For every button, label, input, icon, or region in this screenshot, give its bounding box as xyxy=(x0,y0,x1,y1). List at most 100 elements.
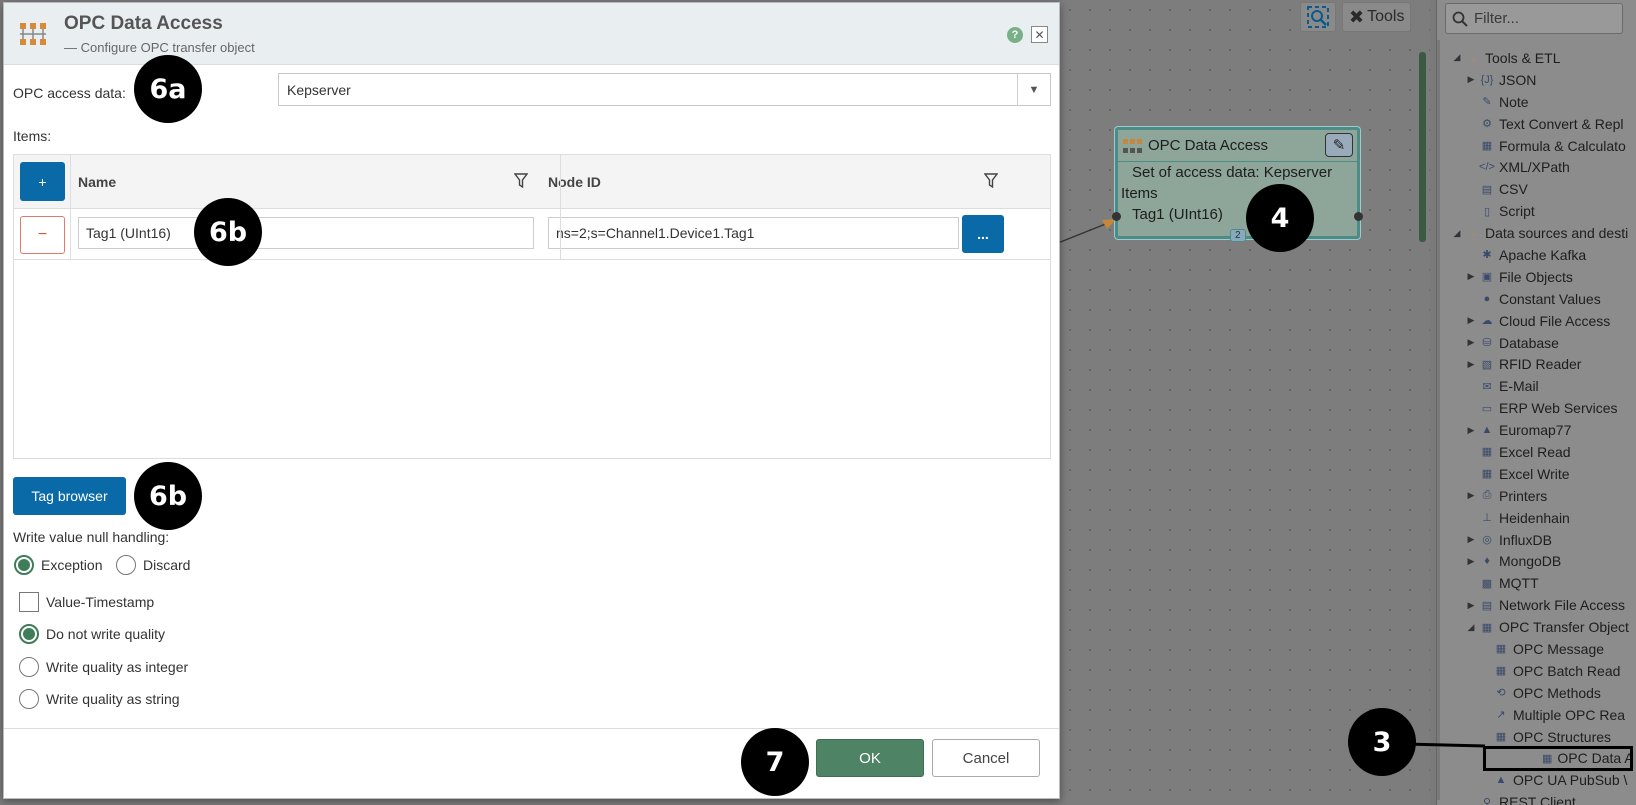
palette-item-formula-calculato[interactable]: ▦ Formula & Calculato xyxy=(1437,135,1636,157)
palette-item-mqtt[interactable]: ▩ MQTT xyxy=(1437,572,1636,594)
expand-arrow-icon[interactable]: ▶ xyxy=(1465,315,1477,326)
palette-item-data-sources-and-desti[interactable]: ◢ → Data sources and desti xyxy=(1437,222,1636,244)
radio-button[interactable] xyxy=(116,555,136,575)
palette-item-xml-xpath[interactable]: </> XML/XPath xyxy=(1437,156,1636,178)
node-title: OPC Data Access xyxy=(1148,137,1269,154)
radio-quality-string[interactable]: Write quality as string xyxy=(19,689,180,709)
node-edit-button[interactable]: ✎ xyxy=(1325,133,1353,157)
palette-item-excel-read[interactable]: ▦ Excel Read xyxy=(1437,441,1636,463)
palette-item-influxdb[interactable]: ▶ ◎ InfluxDB xyxy=(1437,529,1636,551)
null-handling-label: Write value null handling: xyxy=(13,529,170,545)
palette-item-heidenhain[interactable]: ⊥ Heidenhain xyxy=(1437,507,1636,529)
palette-item-network-file-access[interactable]: ▶ ▤ Network File Access xyxy=(1437,594,1636,616)
palette-item-file-objects[interactable]: ▶ ▣ File Objects xyxy=(1437,266,1636,288)
radio-discard-label: Discard xyxy=(143,557,191,573)
collapse-arrow-icon[interactable]: ◢ xyxy=(1451,52,1463,63)
zoom-search-icon xyxy=(1307,6,1329,28)
palette-item-text-convert-repl[interactable]: ⚙ Text Convert & Repl xyxy=(1437,113,1636,135)
palette-item-e-mail[interactable]: ✉ E-Mail xyxy=(1437,375,1636,397)
radio-button[interactable] xyxy=(19,689,39,709)
checkbox-value-timestamp[interactable]: Value-Timestamp xyxy=(19,592,154,612)
radio-button-selected[interactable] xyxy=(19,624,39,644)
item-name-input[interactable]: Tag1 (UInt16) xyxy=(78,217,534,249)
palette-item-label: JSON xyxy=(1499,71,1537,88)
palette-item-cloud-file-access[interactable]: ▶ ☁ Cloud File Access xyxy=(1437,310,1636,332)
filter-icon[interactable] xyxy=(984,173,998,189)
node-output-port[interactable] xyxy=(1354,212,1363,221)
tag-browser-button[interactable]: Tag browser xyxy=(13,477,126,515)
palette-item-erp-web-services[interactable]: ▭ ERP Web Services xyxy=(1437,397,1636,419)
chevron-down-icon[interactable]: ▼ xyxy=(1017,74,1050,105)
access-data-select[interactable]: Kepserver ▼ xyxy=(278,73,1051,106)
palette-item-opc-data-access[interactable]: ▦ OPC Data Access xyxy=(1483,745,1633,772)
palette-item-script[interactable]: ▯ Script xyxy=(1437,200,1636,222)
remove-item-button[interactable]: − xyxy=(20,216,65,254)
palette-item-icon: ⛁ xyxy=(1482,337,1492,350)
radio-discard[interactable]: Discard xyxy=(116,555,190,575)
palette-item-opc-ua-pubsub[interactable]: ▲ OPC UA PubSub \ xyxy=(1437,769,1636,791)
radio-quality-integer[interactable]: Write quality as integer xyxy=(19,657,188,677)
palette-item-opc-methods[interactable]: ⟲ OPC Methods xyxy=(1437,682,1636,704)
expand-arrow-icon[interactable]: ▶ xyxy=(1465,534,1477,545)
palette-item-note[interactable]: ✎ Note xyxy=(1437,91,1636,113)
palette-item-tools-etl[interactable]: ◢ → Tools & ETL xyxy=(1437,47,1636,69)
items-grid: + Name Node ID − Tag1 (UInt16) ns=2;s=Ch… xyxy=(13,154,1051,459)
connection-arrow xyxy=(1058,219,1116,244)
expand-arrow-icon[interactable]: ▶ xyxy=(1465,74,1477,85)
palette-item-rfid-reader[interactable]: ▶ ▧ RFID Reader xyxy=(1437,353,1636,375)
palette-item-opc-transfer-object[interactable]: ◢ ▦ OPC Transfer Object xyxy=(1437,616,1636,638)
palette-item-multiple-opc-rea[interactable]: ↗ Multiple OPC Rea xyxy=(1437,704,1636,726)
palette-item-label: Text Convert & Repl xyxy=(1499,115,1624,132)
checkbox[interactable] xyxy=(19,592,39,612)
expand-arrow-icon[interactable]: ▶ xyxy=(1465,337,1477,348)
palette-item-database[interactable]: ▶ ⛁ Database xyxy=(1437,332,1636,354)
palette-item-apache-kafka[interactable]: ✱ Apache Kafka xyxy=(1437,244,1636,266)
collapse-arrow-icon[interactable]: ◢ xyxy=(1451,228,1463,239)
radio-no-quality[interactable]: Do not write quality xyxy=(19,624,165,644)
opc-data-access-node[interactable]: OPC Data Access ✎ Set of access data: Ke… xyxy=(1112,127,1363,242)
palette-item-csv[interactable]: ▤ CSV xyxy=(1437,178,1636,200)
expand-arrow-icon[interactable]: ▶ xyxy=(1465,425,1477,436)
help-icon[interactable]: ? xyxy=(1007,27,1023,43)
expand-arrow-icon[interactable]: ▶ xyxy=(1465,271,1477,282)
column-header-node-id[interactable]: Node ID xyxy=(548,174,601,190)
palette-item-opc-message[interactable]: ▦ OPC Message xyxy=(1437,638,1636,660)
palette-item-label: Constant Values xyxy=(1499,290,1601,307)
palette-item-json[interactable]: ▶ {J} JSON xyxy=(1437,69,1636,91)
canvas-scrollbar[interactable] xyxy=(1419,52,1426,242)
browse-node-button[interactable]: ... xyxy=(962,215,1004,253)
palette-item-label: ERP Web Services xyxy=(1499,400,1618,417)
palette-item-euromap77[interactable]: ▶ ▲ Euromap77 xyxy=(1437,419,1636,441)
palette-item-constant-values[interactable]: ● Constant Values xyxy=(1437,288,1636,310)
palette-item-excel-write[interactable]: ▦ Excel Write xyxy=(1437,463,1636,485)
close-icon[interactable]: ✕ xyxy=(1031,26,1048,43)
palette-item-rest-client[interactable]: ⚲ REST Client xyxy=(1437,791,1636,805)
expand-arrow-icon[interactable]: ▶ xyxy=(1465,556,1477,567)
tools-button[interactable]: ✖ Tools xyxy=(1342,2,1412,32)
radio-exception[interactable]: Exception xyxy=(14,555,102,575)
expand-arrow-icon[interactable]: ▶ xyxy=(1465,600,1477,611)
collapse-arrow-icon[interactable]: ◢ xyxy=(1465,622,1477,633)
add-item-button[interactable]: + xyxy=(20,162,65,201)
palette-item-mongodb[interactable]: ▶ ♦ MongoDB xyxy=(1437,550,1636,572)
zoom-fit-button[interactable] xyxy=(1300,2,1336,32)
palette-item-label: RFID Reader xyxy=(1499,356,1582,373)
node-input-port[interactable] xyxy=(1112,212,1121,221)
palette-item-printers[interactable]: ▶ ⎙ Printers xyxy=(1437,485,1636,507)
expand-arrow-icon[interactable]: ▶ xyxy=(1465,359,1477,370)
radio-button[interactable] xyxy=(19,657,39,677)
expand-arrow-icon[interactable]: ▶ xyxy=(1465,490,1477,501)
palette-item-icon: ▤ xyxy=(1481,183,1493,196)
cancel-button[interactable]: Cancel xyxy=(932,739,1040,777)
radio-button-selected[interactable] xyxy=(14,555,34,575)
palette-search-input[interactable]: Filter... xyxy=(1445,3,1623,34)
canvas-toolbar: ✖ Tools xyxy=(1300,0,1430,34)
filter-icon[interactable] xyxy=(514,173,528,189)
component-palette: Filter... ◢ → Tools & ETL ▶ {J} JSON ✎ Note ⚙ Tex… xyxy=(1436,0,1636,805)
ok-button[interactable]: OK xyxy=(816,739,924,777)
dialog-title: OPC Data Access xyxy=(64,13,223,34)
item-node-id-input[interactable]: ns=2;s=Channel1.Device1.Tag1 xyxy=(548,217,959,249)
palette-item-icon: ⟲ xyxy=(1496,687,1506,700)
column-header-name[interactable]: Name xyxy=(78,174,116,190)
palette-item-opc-batch-read[interactable]: ▦ OPC Batch Read xyxy=(1437,660,1636,682)
